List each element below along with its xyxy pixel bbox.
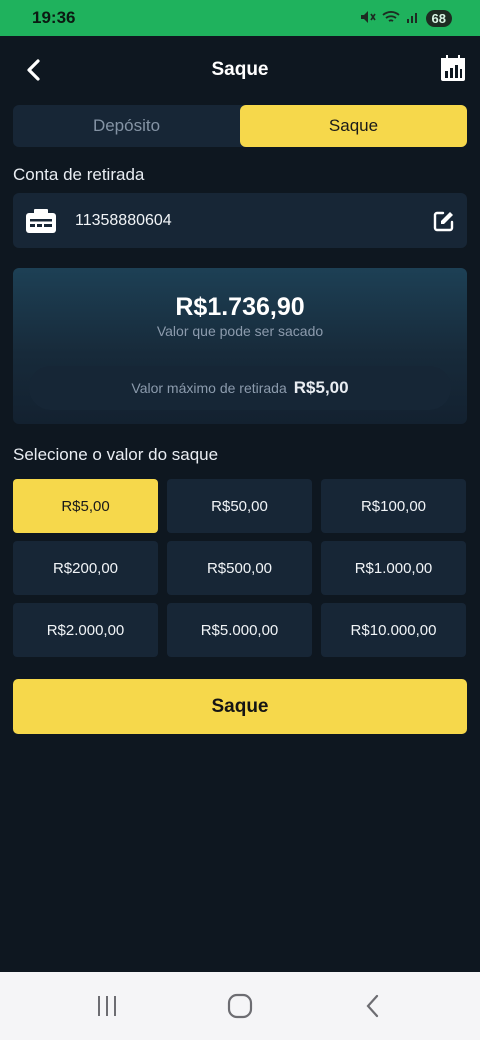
back-icon[interactable] [22,56,46,84]
status-icons: 68 [360,9,452,27]
amount-option[interactable]: R$5.000,00 [167,603,312,657]
max-withdrawal-value: R$5,00 [293,378,349,397]
amount-option[interactable]: R$2.000,00 [13,603,158,657]
amount-option[interactable]: R$200,00 [13,541,158,595]
withdraw-button[interactable]: Saque [13,679,467,734]
available-balance: R$1.736,90 [175,293,305,321]
signal-icon [406,10,420,27]
mute-icon [360,10,376,27]
amount-option[interactable]: R$50,00 [167,479,312,533]
home-icon[interactable] [220,991,260,1021]
amount-section-label: Selecione o valor do saque [13,445,219,464]
battery-indicator: 68 [425,9,452,27]
amount-option[interactable]: R$500,00 [167,541,312,595]
status-time: 19:36 [32,8,76,27]
account-section-label: Conta de retirada [13,165,145,184]
wifi-icon [381,10,400,27]
system-nav-bar [0,972,480,1040]
tab-saque[interactable]: Saque [240,105,467,147]
balance-caption: Valor que pode ser sacado [156,323,324,339]
page-header: Saque [0,36,480,104]
system-back-icon[interactable] [353,991,393,1021]
id-card-icon [25,208,57,234]
amount-option[interactable]: R$10.000,00 [321,603,466,657]
amount-option[interactable]: R$100,00 [321,479,466,533]
amount-options: R$5,00 R$50,00 R$100,00 R$200,00 R$500,0… [13,479,467,657]
balance-card: R$1.736,90 Valor que pode ser sacado Val… [13,268,467,424]
status-bar: 19:36 68 [0,0,480,36]
edit-icon[interactable] [433,210,455,232]
tab-deposito[interactable]: Depósito [13,105,240,147]
max-withdrawal-label: Valor máximo de retirada [131,380,287,396]
amount-option[interactable]: R$1.000,00 [321,541,466,595]
withdrawal-account[interactable]: 11358880604 [13,193,467,248]
page-title: Saque [211,59,269,80]
amount-option[interactable]: R$5,00 [13,479,158,533]
calendar-icon[interactable] [440,54,466,82]
max-withdrawal-pill: Valor máximo de retirada R$5,00 [29,366,451,410]
tab-bar: Depósito Saque [13,105,467,147]
account-number: 11358880604 [75,211,172,229]
recent-apps-icon[interactable] [87,991,127,1021]
